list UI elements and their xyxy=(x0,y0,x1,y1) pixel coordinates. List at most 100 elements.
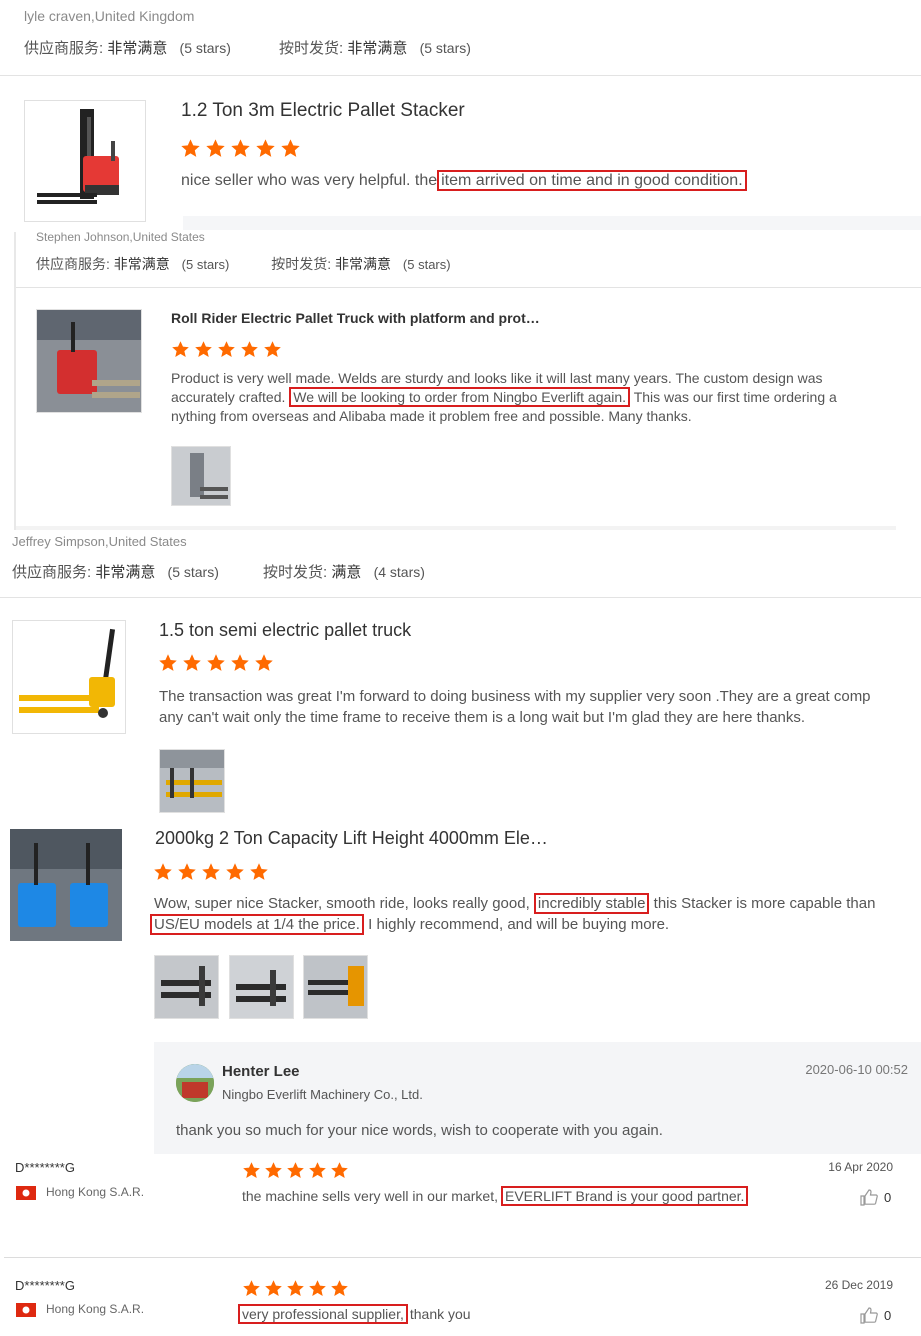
divider xyxy=(0,597,921,598)
supplier-service-label: 供应商服务: xyxy=(24,40,104,57)
star-icon xyxy=(153,862,173,882)
product-thumbnail[interactable] xyxy=(36,309,142,413)
review-text-part: nice seller who was very helpful. the xyxy=(181,172,438,189)
delivery-label: 按时发货: xyxy=(271,256,332,272)
star-icon xyxy=(330,1279,349,1298)
highlight-box: EVERLIFT Brand is your good partner. xyxy=(501,1186,749,1206)
supplier-service-value: 非常满意 xyxy=(107,40,168,57)
delivery-label: 按时发货: xyxy=(263,564,328,581)
delivery-value: 满意 xyxy=(331,564,362,581)
star-icon xyxy=(308,1161,327,1180)
reply-author: Henter Lee xyxy=(222,1063,300,1080)
review-text: the machine sells very well in our marke… xyxy=(242,1186,749,1206)
review-text: nice seller who was very helpful. the ite… xyxy=(181,170,901,192)
divider xyxy=(16,287,921,288)
thumbs-up-icon xyxy=(860,1307,878,1324)
supplier-service-value: 非常满意 xyxy=(113,256,170,272)
product-thumbnail[interactable] xyxy=(10,829,122,941)
star-rating xyxy=(242,1279,349,1298)
review-text-part: thank you xyxy=(409,1306,471,1322)
review-text-part: I highly recommend, and will be buying m… xyxy=(368,916,670,933)
star-rating xyxy=(180,138,301,159)
review-photo[interactable] xyxy=(154,955,219,1019)
supplier-service-label: 供应商服务: xyxy=(12,564,92,581)
star-icon xyxy=(254,653,274,673)
reviewer-name: Jeffrey Simpson,United States xyxy=(12,534,187,549)
product-title[interactable]: 1.5 ton semi electric pallet truck xyxy=(159,620,411,641)
review-photo[interactable] xyxy=(171,446,231,506)
star-icon xyxy=(205,138,226,159)
pallet-truck-image xyxy=(37,310,141,412)
review-photo[interactable] xyxy=(303,955,368,1019)
like-button[interactable] xyxy=(860,1189,878,1211)
like-count: 0 xyxy=(884,1308,892,1323)
product-title[interactable]: Roll Rider Electric Pallet Truck with pl… xyxy=(171,310,540,326)
pallet-truck-image xyxy=(19,628,116,718)
review-photo[interactable] xyxy=(229,955,294,1019)
review-photo[interactable] xyxy=(159,749,225,813)
supplier-service-label: 供应商服务: xyxy=(36,256,110,272)
review-text: very professional supplier, thank you xyxy=(238,1304,471,1324)
supplier-service-value: 非常满意 xyxy=(95,564,156,581)
reviewer-name: D********G xyxy=(15,1160,75,1175)
reply-company[interactable]: Ningbo Everlift Machinery Co., Ltd. xyxy=(222,1087,423,1102)
delivery-stars: (5 stars) xyxy=(419,40,471,56)
divider xyxy=(0,75,921,76)
review-text: Product is very well made. Welds are stu… xyxy=(171,369,861,426)
flag-emblem xyxy=(22,1189,30,1197)
product-title[interactable]: 1.2 Ton 3m Electric Pallet Stacker xyxy=(181,100,465,122)
highlight-box: incredibly stable xyxy=(533,893,650,914)
review-text-line: The transaction was great I'm forward to… xyxy=(159,688,871,705)
star-icon xyxy=(240,340,259,359)
star-icon xyxy=(230,138,251,159)
star-rating xyxy=(153,862,269,882)
star-rating xyxy=(242,1161,349,1180)
star-icon xyxy=(206,653,226,673)
supplier-service-stars: (5 stars) xyxy=(167,564,219,580)
avatar-image xyxy=(176,1064,214,1102)
like-count: 0 xyxy=(884,1190,892,1205)
photo-image xyxy=(230,956,293,1018)
review-text-line: any can't wait only the time frame to re… xyxy=(159,709,806,726)
star-icon xyxy=(255,138,276,159)
supplier-service-stars: (5 stars) xyxy=(179,40,231,56)
rating-row: 供应商服务: 非常满意 (5 stars) 按时发货: 非常满意 (5 star… xyxy=(36,254,451,274)
product-thumbnail[interactable] xyxy=(12,620,126,734)
reply-strip xyxy=(16,526,896,530)
reviewer-name: Stephen Johnson,United States xyxy=(36,230,205,244)
rating-row: 供应商服务: 非常满意 (5 stars) 按时发货: 满意 (4 stars) xyxy=(12,561,425,582)
delivery-label: 按时发货: xyxy=(279,40,344,57)
reply-text: thank you so much for your nice words, w… xyxy=(176,1122,663,1139)
star-icon xyxy=(242,1279,261,1298)
reviewer-name: lyle craven,United Kingdom xyxy=(24,8,195,24)
star-icon xyxy=(249,862,269,882)
product-title[interactable]: 2000kg 2 Ton Capacity Lift Height 4000mm… xyxy=(155,828,548,849)
star-icon xyxy=(264,1161,283,1180)
reviewer-region: Hong Kong S.A.R. xyxy=(46,1302,145,1316)
review-text-part: this Stacker is more capable than xyxy=(653,895,876,912)
star-icon xyxy=(230,653,250,673)
delivery-stars: (4 stars) xyxy=(373,564,425,580)
hong-kong-flag-icon xyxy=(16,1303,36,1317)
stacker-image xyxy=(37,109,119,204)
reply-strip xyxy=(183,216,921,230)
highlight-box: item arrived on time and in good conditi… xyxy=(437,170,747,191)
star-icon xyxy=(171,340,190,359)
star-icon xyxy=(225,862,245,882)
photo-image xyxy=(304,956,367,1018)
thumbs-up-icon xyxy=(860,1189,878,1206)
star-icon xyxy=(286,1279,305,1298)
star-icon xyxy=(263,340,282,359)
photo-image xyxy=(172,447,230,505)
delivery-stars: (5 stars) xyxy=(402,257,451,272)
rating-row: 供应商服务: 非常满意 (5 stars) 按时发货: 非常满意 (5 star… xyxy=(24,37,471,58)
photo-image xyxy=(160,750,224,812)
star-icon xyxy=(182,653,202,673)
divider xyxy=(4,1257,921,1258)
like-button[interactable] xyxy=(860,1307,878,1329)
highlight-box: very professional supplier, xyxy=(238,1304,408,1324)
reviewer-region: Hong Kong S.A.R. xyxy=(46,1185,145,1199)
star-icon xyxy=(330,1161,349,1180)
star-icon xyxy=(264,1279,283,1298)
product-thumbnail[interactable] xyxy=(24,100,146,222)
